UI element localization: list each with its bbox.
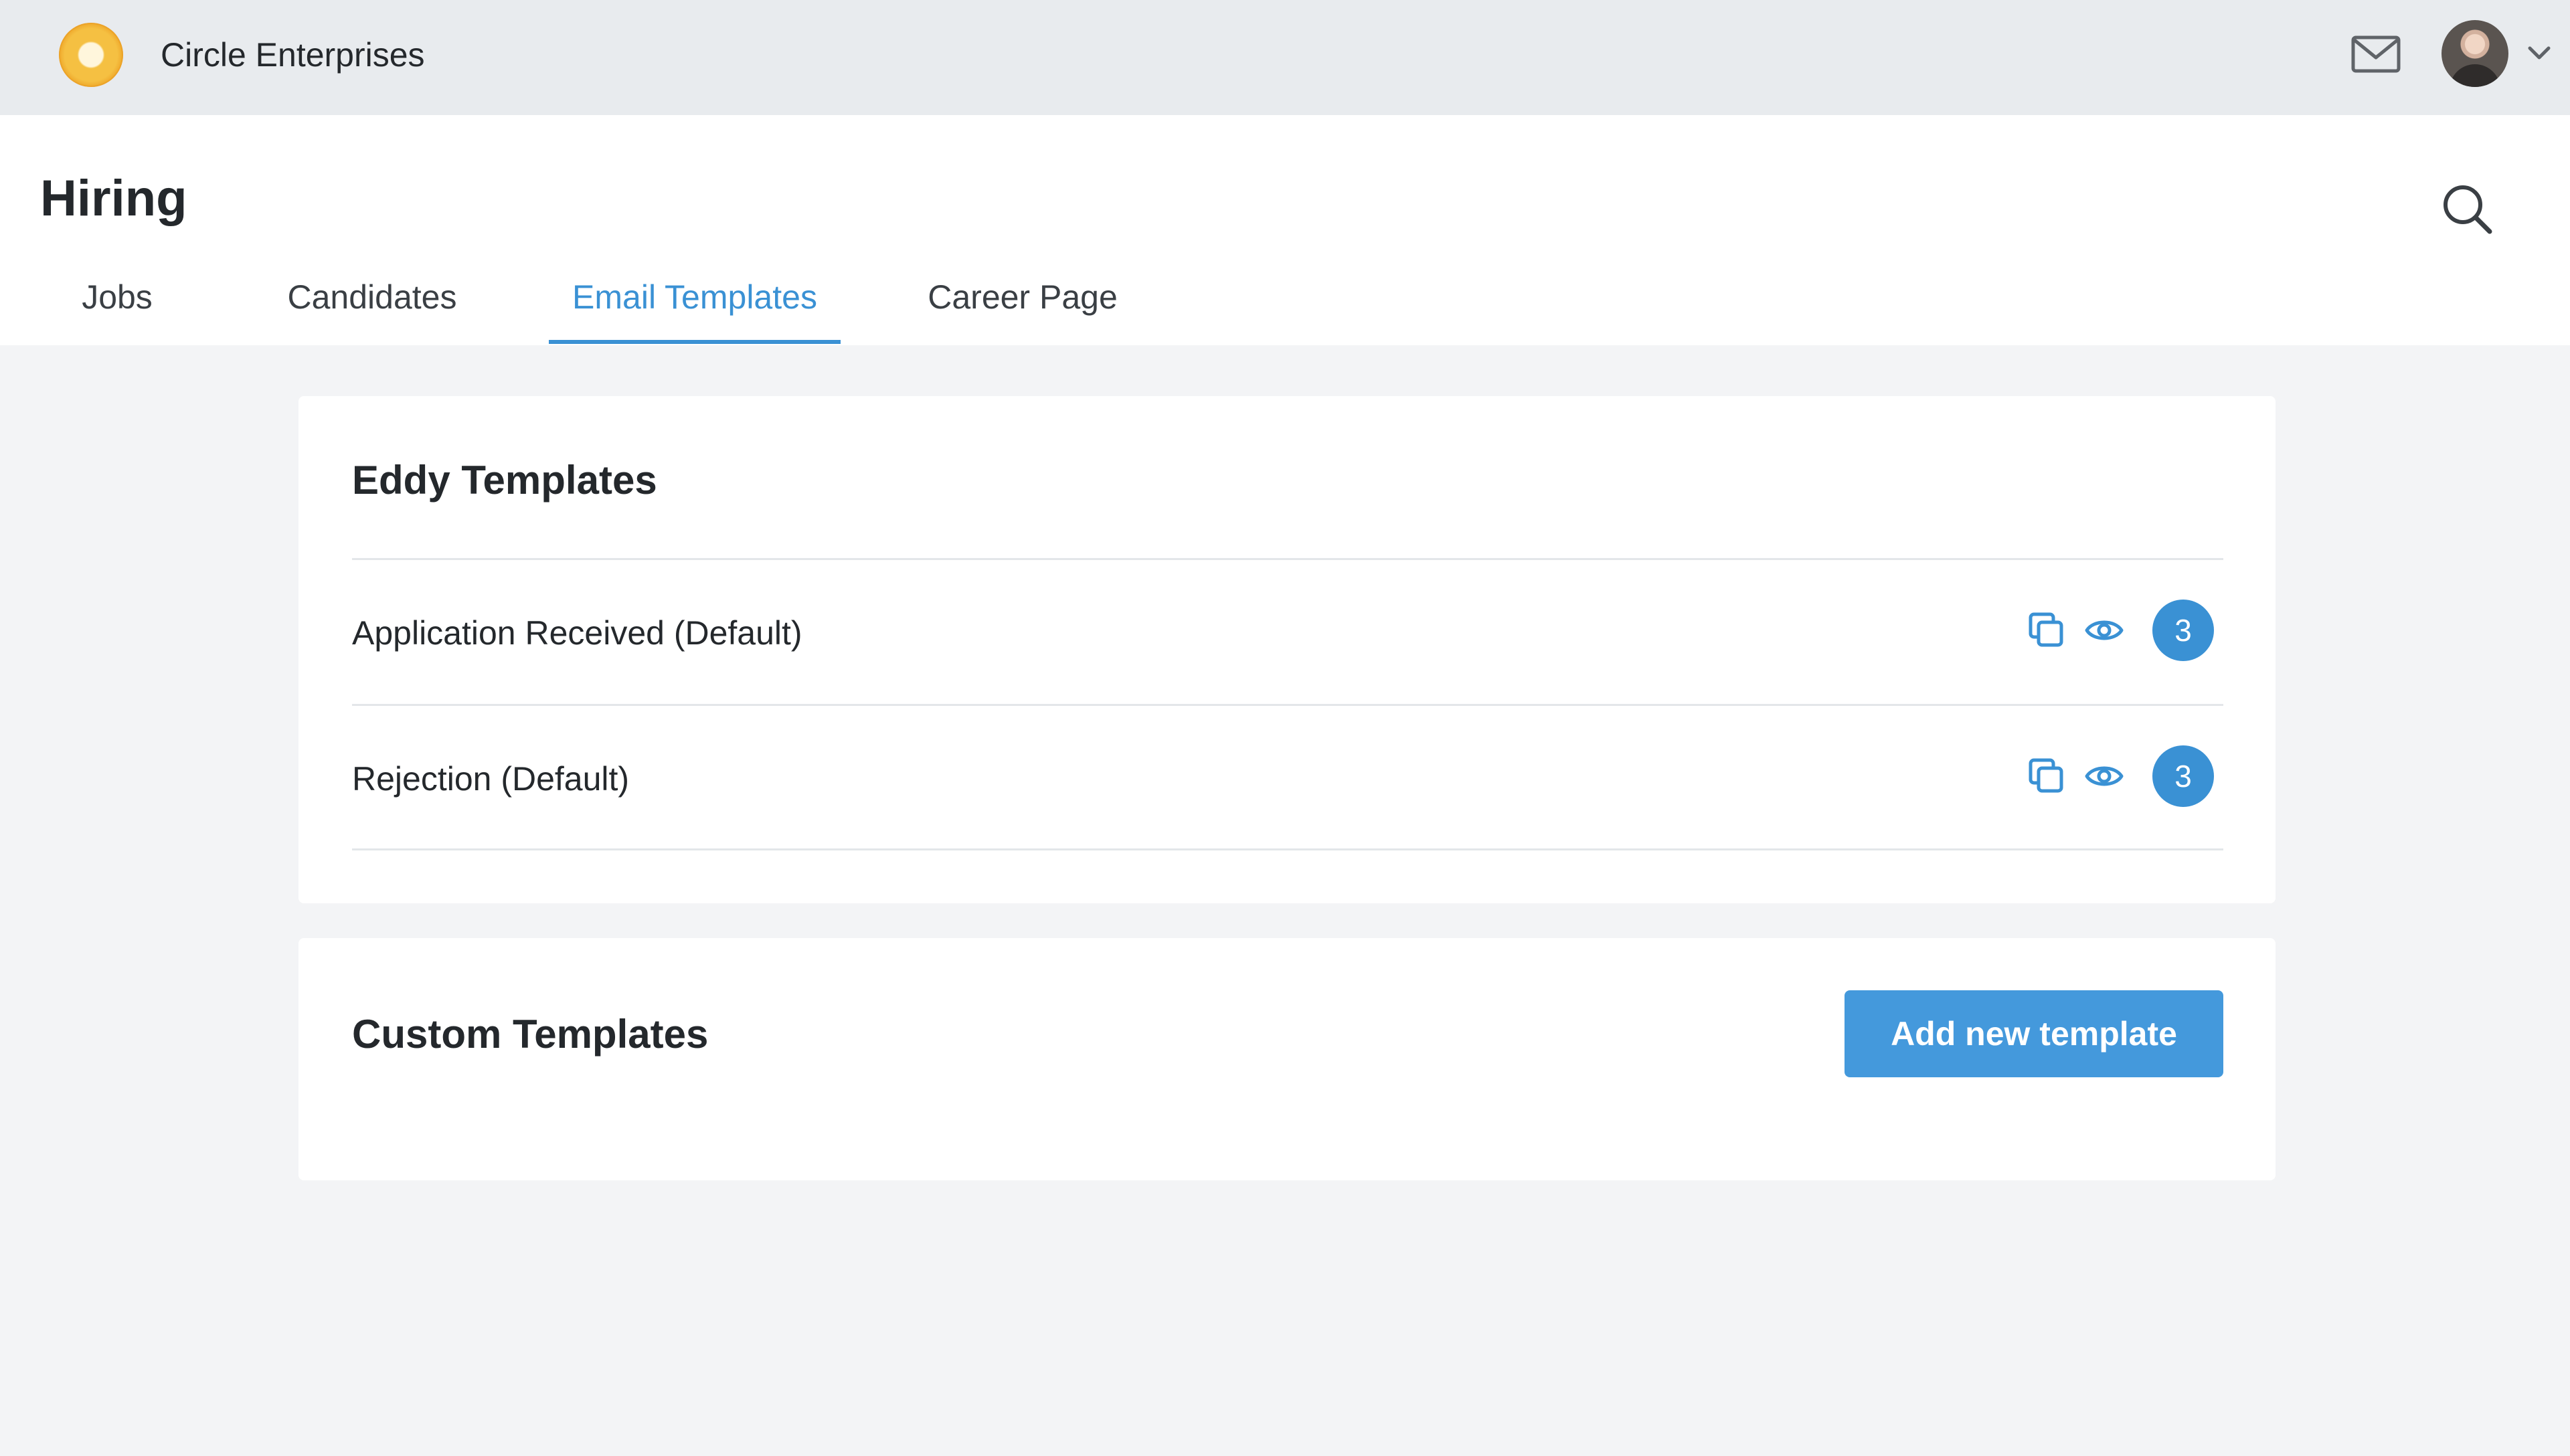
copy-icon[interactable] (2027, 610, 2067, 650)
tab-candidates[interactable]: Candidates (281, 276, 463, 349)
active-tab-indicator (549, 340, 841, 344)
avatar[interactable] (2442, 20, 2508, 87)
custom-templates-title: Custom Templates (352, 1012, 709, 1057)
eddy-templates-title: Eddy Templates (352, 458, 657, 503)
template-name[interactable]: Rejection (Default) (352, 757, 629, 800)
eye-icon[interactable] (2084, 610, 2124, 650)
tab-jobs[interactable]: Jobs (74, 276, 161, 349)
tab-career-page[interactable]: Career Page (926, 276, 1119, 349)
tab-email-templates[interactable]: Email Templates (549, 276, 841, 349)
avatar-shoulders (2450, 64, 2500, 87)
company-logo[interactable] (59, 23, 123, 87)
chevron-down-icon[interactable] (2527, 44, 2551, 62)
search-icon[interactable] (2440, 182, 2494, 236)
add-new-template-button[interactable]: Add new template (1845, 990, 2223, 1077)
copy-icon[interactable] (2027, 756, 2067, 796)
company-name: Circle Enterprises (161, 36, 425, 74)
divider (352, 848, 2223, 850)
page-title: Hiring (40, 170, 187, 227)
divider (352, 704, 2223, 706)
divider (352, 558, 2223, 560)
mail-icon[interactable] (2350, 32, 2401, 76)
usage-count-badge: 3 (2152, 745, 2214, 807)
custom-templates-card: Custom Templates Add new template (298, 938, 2276, 1180)
template-name[interactable]: Application Received (Default) (352, 612, 802, 654)
top-bar: Circle Enterprises (0, 0, 2570, 115)
eddy-templates-card: Eddy Templates Application Received (Def… (298, 396, 2276, 903)
page-header: Hiring Jobs Candidates Email Templates C… (0, 115, 2570, 345)
usage-count-badge: 3 (2152, 600, 2214, 661)
eye-icon[interactable] (2084, 756, 2124, 796)
